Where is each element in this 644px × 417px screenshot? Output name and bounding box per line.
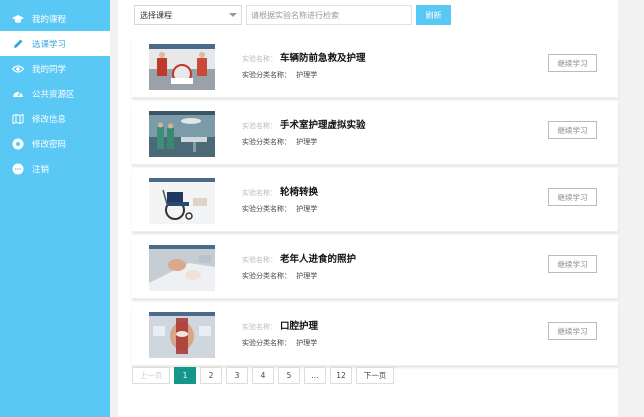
experiment-category-label: 实验分类名称： (242, 339, 291, 347)
experiment-title-row: 实验名称： 轮椅转换 (242, 184, 318, 198)
sidebar-item-my-courses[interactable]: 我的课程 (0, 6, 110, 31)
experiment-category: 护理学 (296, 205, 318, 213)
experiment-category-row: 实验分类名称： 护理学 (242, 271, 317, 281)
continue-learning-button[interactable]: 继续学习 (548, 255, 597, 273)
experiment-category: 护理学 (296, 71, 318, 79)
experiment-title: 车辆防前急救及护理 (280, 53, 366, 64)
experiment-category-label: 实验分类名称： (242, 71, 291, 79)
sidebar-item-logout[interactable]: 注销 (0, 156, 110, 181)
page-button-5[interactable]: 5 (278, 367, 300, 384)
graduation-cap-icon (12, 13, 24, 25)
experiment-category-label: 实验分类名称： (242, 138, 291, 146)
experiment-category: 护理学 (296, 138, 318, 146)
experiment-category-label: 实验分类名称： (242, 272, 291, 280)
sidebar-item-label: 修改密码 (32, 139, 67, 150)
experiment-name-label: 实验名称： (242, 189, 277, 197)
sidebar-item-course-study[interactable]: 选课学习 (0, 31, 110, 56)
experiment-category-row: 实验分类名称： 护理学 (242, 204, 317, 214)
continue-learning-button[interactable]: 继续学习 (548, 322, 597, 340)
sidebar: 我的课程 选课学习 我的同学 公共资源区 修改信息 修改密码 注销 (0, 0, 110, 417)
experiment-thumbnail-elderly-feeding (149, 245, 215, 291)
experiment-name-label: 实验名称： (242, 122, 277, 130)
course-select[interactable]: 选择课程 (134, 5, 242, 25)
chat-icon (12, 163, 24, 175)
experiment-card: 实验名称： 老年人进食的照护 实验分类名称： 护理学 继续学习 (132, 237, 618, 299)
page-button-3[interactable]: 3 (226, 367, 248, 384)
experiment-title-row: 实验名称： 老年人进食的照护 (242, 251, 356, 265)
experiment-category: 护理学 (296, 339, 318, 347)
experiment-category: 护理学 (296, 272, 318, 280)
experiment-title-row: 实验名称： 口腔护理 (242, 318, 318, 332)
main-content: 选择课程 刷新 (118, 0, 618, 417)
continue-learning-button[interactable]: 继续学习 (548, 188, 597, 206)
refresh-button[interactable]: 刷新 (416, 5, 451, 25)
sidebar-item-edit-info[interactable]: 修改信息 (0, 106, 110, 131)
experiment-category-row: 实验分类名称： 护理学 (242, 70, 317, 80)
experiment-title: 轮椅转换 (280, 187, 319, 198)
chevron-down-icon (229, 13, 237, 17)
course-select-value: 选择课程 (140, 10, 172, 20)
continue-learning-button[interactable]: 继续学习 (548, 121, 597, 139)
experiment-thumbnail-operating-room (149, 111, 215, 157)
experiment-thumbnail-wheelchair (149, 178, 215, 224)
sidebar-item-label: 我的同学 (32, 64, 67, 75)
search-input[interactable] (246, 5, 412, 25)
experiment-list: 实验名称： 车辆防前急救及护理 实验分类名称： 护理学 继续学习 实验名称： 手… (132, 36, 618, 371)
page-button-2[interactable]: 2 (200, 367, 222, 384)
continue-learning-button[interactable]: 继续学习 (548, 54, 597, 72)
experiment-title-row: 实验名称： 手术室护理虚拟实验 (242, 117, 366, 131)
map-icon (12, 113, 24, 125)
pagination: 上一页 1 2 3 4 5 ... 12 下一页 (132, 367, 398, 384)
gear-circle-icon (12, 138, 24, 150)
sidebar-item-public-resources[interactable]: 公共资源区 (0, 81, 110, 106)
page-button-12[interactable]: 12 (330, 367, 352, 384)
experiment-title-row: 实验名称： 车辆防前急救及护理 (242, 50, 366, 64)
pencil-icon (12, 38, 24, 50)
experiment-thumbnail-first-aid (149, 44, 215, 90)
page-button-1[interactable]: 1 (174, 367, 196, 384)
sidebar-item-label: 公共资源区 (32, 89, 75, 100)
next-page-button[interactable]: 下一页 (356, 367, 394, 384)
experiment-category-row: 实验分类名称： 护理学 (242, 338, 317, 348)
sidebar-item-classmates[interactable]: 我的同学 (0, 56, 110, 81)
experiment-title: 老年人进食的照护 (280, 254, 357, 265)
experiment-name-label: 实验名称： (242, 256, 277, 264)
experiment-thumbnail-oral-care (149, 312, 215, 358)
search-toolbar: 选择课程 刷新 (134, 5, 451, 25)
experiment-card: 实验名称： 手术室护理虚拟实验 实验分类名称： 护理学 继续学习 (132, 103, 618, 165)
experiment-name-label: 实验名称： (242, 55, 277, 63)
experiment-category-label: 实验分类名称： (242, 205, 291, 213)
prev-page-button[interactable]: 上一页 (132, 367, 170, 384)
experiment-card: 实验名称： 轮椅转换 实验分类名称： 护理学 继续学习 (132, 170, 618, 232)
experiment-card: 实验名称： 车辆防前急救及护理 实验分类名称： 护理学 继续学习 (132, 36, 618, 98)
eye-icon (12, 63, 24, 75)
experiment-card: 实验名称： 口腔护理 实验分类名称： 护理学 继续学习 (132, 304, 618, 366)
experiment-name-label: 实验名称： (242, 323, 277, 331)
experiment-title: 手术室护理虚拟实验 (280, 120, 366, 131)
sidebar-item-change-password[interactable]: 修改密码 (0, 131, 110, 156)
experiment-title: 口腔护理 (280, 321, 319, 332)
sidebar-item-label: 修改信息 (32, 114, 67, 125)
sidebar-item-label: 注销 (32, 164, 50, 175)
sidebar-item-label: 我的课程 (32, 14, 67, 25)
page-button-4[interactable]: 4 (252, 367, 274, 384)
experiment-category-row: 实验分类名称： 护理学 (242, 137, 317, 147)
dashboard-icon (12, 88, 24, 100)
page-ellipsis: ... (304, 367, 326, 384)
sidebar-item-label: 选课学习 (32, 39, 67, 50)
